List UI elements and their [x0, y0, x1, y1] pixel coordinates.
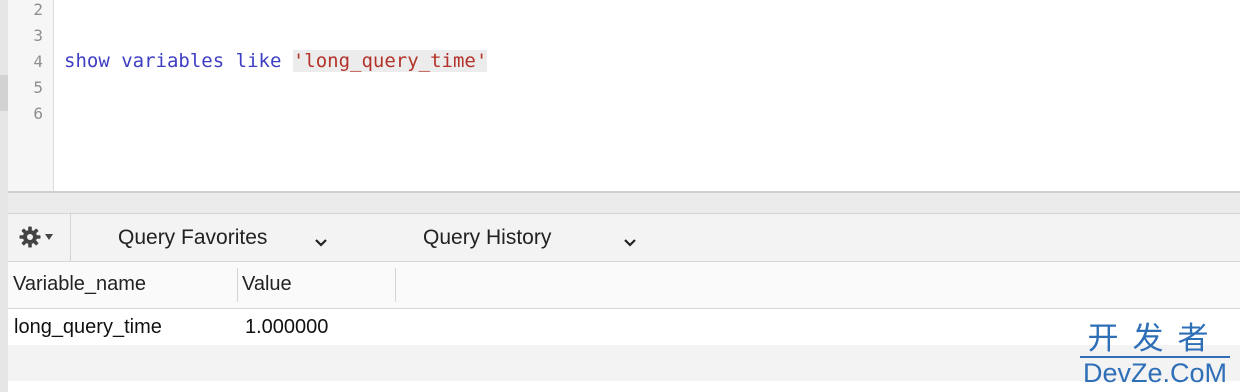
string-literal: 'long_query_time' — [292, 50, 488, 72]
column-header-variable-name[interactable]: Variable_name — [8, 262, 237, 308]
keyword-variables: variables — [121, 50, 225, 72]
query-favorites-label: Query Favorites — [118, 225, 268, 249]
line-number: 4 — [33, 52, 43, 71]
line-number: 5 — [33, 78, 43, 97]
pane-splitter[interactable] — [8, 193, 1240, 214]
query-history-label: Query History — [423, 225, 552, 249]
column-header-value[interactable]: Value — [237, 262, 395, 308]
grid-header: Variable_name Value — [8, 262, 1240, 309]
chevron-down-icon — [623, 230, 637, 254]
cell-variable-name[interactable]: long_query_time — [8, 309, 237, 345]
left-panel-edge — [0, 0, 8, 392]
empty-row — [8, 345, 1240, 381]
line-number: 2 — [33, 0, 43, 19]
query-favorites-menu[interactable]: Query Favorites — [118, 214, 338, 261]
left-panel-marker — [0, 75, 8, 111]
line-number-gutter: 2 3 4 5 6 — [8, 0, 54, 191]
query-editor[interactable]: 2 3 4 5 6 show variables like 'long_quer… — [8, 0, 1240, 191]
gear-menu-button[interactable] — [18, 224, 64, 250]
cell-value[interactable]: 1.000000 — [239, 309, 397, 345]
caret-down-icon — [44, 233, 54, 241]
watermark-en: DevZe.CoM — [1080, 356, 1230, 388]
keyword-show: show — [64, 50, 110, 72]
column-divider[interactable] — [395, 268, 396, 302]
code-line[interactable]: show variables like 'long_query_time' — [64, 48, 488, 74]
toolbar-divider — [70, 214, 71, 261]
results-toolbar: Query Favorites Query History — [8, 214, 1240, 262]
line-number: 3 — [33, 26, 43, 45]
watermark-cn: 开发者 — [1087, 321, 1223, 357]
gear-icon — [18, 225, 42, 249]
watermark-logo: 开发者 DevZe.CoM — [1080, 321, 1230, 388]
sql-client-window: 2 3 4 5 6 show variables like 'long_quer… — [0, 0, 1240, 392]
keyword-like: like — [235, 50, 282, 72]
table-row[interactable]: long_query_time 1.000000 — [8, 309, 1240, 345]
results-grid: Variable_name Value long_query_time 1.00… — [8, 262, 1240, 392]
query-history-menu[interactable]: Query History — [423, 214, 643, 261]
chevron-down-icon — [314, 230, 328, 254]
line-number: 6 — [33, 104, 43, 123]
